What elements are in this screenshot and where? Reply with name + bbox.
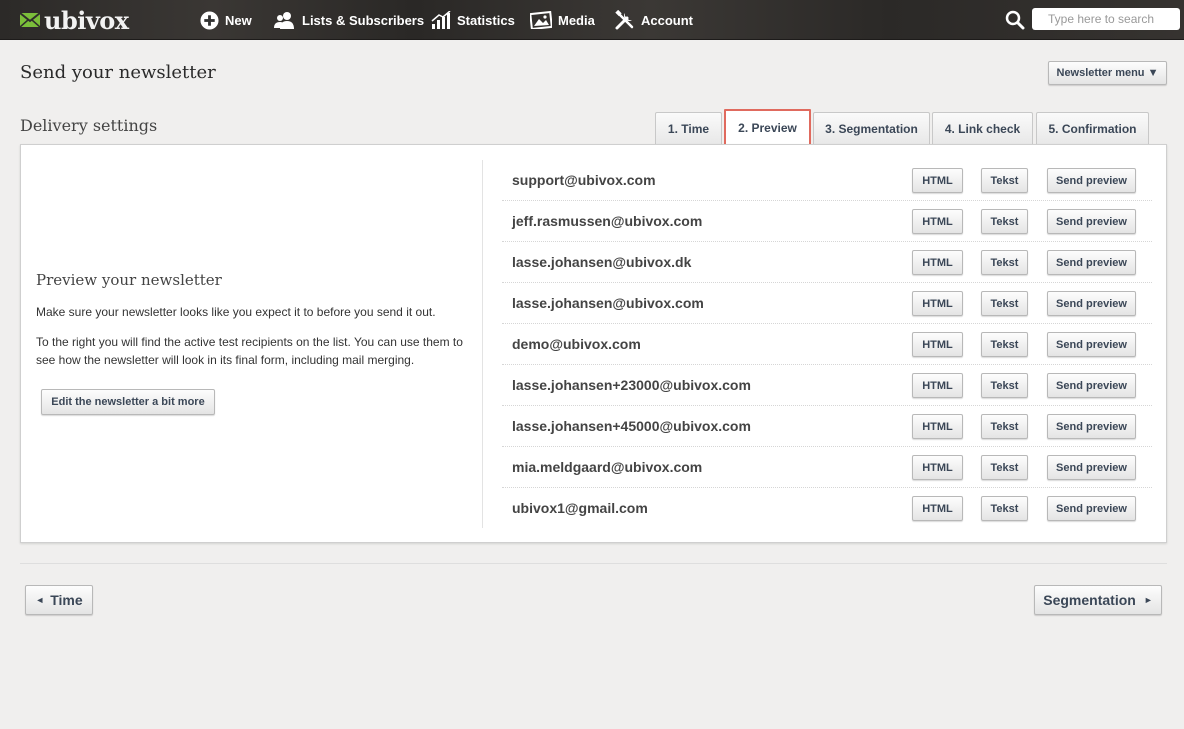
search-icon[interactable] (1004, 9, 1026, 31)
users-icon (274, 12, 294, 29)
section-title: Delivery settings (20, 116, 158, 135)
preview-instructions: To the right you will find the active te… (36, 335, 463, 367)
text-preview-button[interactable]: Tekst (981, 291, 1028, 316)
triangle-left-icon: ◄ (35, 595, 45, 605)
nav-account-label: Account (641, 12, 693, 28)
tab-time[interactable]: 1. Time (655, 112, 722, 144)
next-step-button[interactable]: Segmentation ► (1034, 585, 1162, 615)
preview-heading: Preview your newsletter (36, 271, 222, 289)
nav-lists-subscribers[interactable]: Lists & Subscribers (274, 0, 424, 40)
tab-preview[interactable]: 2. Preview (724, 109, 811, 146)
panel-divider (482, 160, 483, 528)
test-recipients-list: support@ubivox.com HTML Tekst Send preview j… (502, 160, 1152, 529)
plus-circle-icon (200, 10, 219, 30)
recipient-row: lasse.johansen@ubivox.com HTML Tekst Send p… (502, 283, 1152, 324)
recipient-email: lasse.johansen+23000@ubivox.com (512, 377, 751, 393)
preview-description: Make sure your newsletter looks like you… (36, 305, 436, 319)
preview-panel: Preview your newsletter Make sure your n… (20, 144, 1167, 543)
next-step-label: Segmentation (1043, 592, 1136, 608)
send-preview-button[interactable]: Send preview (1047, 496, 1136, 521)
triangle-right-icon: ► (1143, 595, 1153, 605)
recipient-email: demo@ubivox.com (512, 336, 641, 352)
recipient-row: mia.meldgaard@ubivox.com HTML Tekst Send pr… (502, 447, 1152, 488)
send-preview-button[interactable]: Send preview (1047, 455, 1136, 480)
html-preview-button[interactable]: HTML (912, 168, 963, 193)
recipient-email: mia.meldgaard@ubivox.com (512, 459, 703, 475)
text-preview-button[interactable]: Tekst (981, 332, 1028, 357)
html-preview-button[interactable]: HTML (912, 414, 963, 439)
text-preview-button[interactable]: Tekst (981, 168, 1028, 193)
tab-link-check[interactable]: 4. Link check (932, 112, 1033, 144)
recipient-row: lasse.johansen+45000@ubivox.com HTML Tekst… (502, 406, 1152, 447)
footer-divider (20, 563, 1167, 564)
nav-statistics[interactable]: Statistics (431, 0, 515, 40)
recipient-row: support@ubivox.com HTML Tekst Send preview (502, 160, 1152, 201)
edit-newsletter-button[interactable]: Edit the newsletter a bit more (41, 389, 215, 415)
newsletter-menu-button[interactable]: Newsletter menu ▼ (1048, 61, 1167, 85)
send-preview-button[interactable]: Send preview (1047, 291, 1136, 316)
nav-statistics-label: Statistics (457, 12, 515, 28)
recipient-row: lasse.johansen+23000@ubivox.com HTML Tekst… (502, 365, 1152, 406)
recipient-email: lasse.johansen@ubivox.dk (512, 254, 692, 270)
send-preview-button[interactable]: Send preview (1047, 414, 1136, 439)
html-preview-button[interactable]: HTML (912, 250, 963, 275)
recipient-email: support@ubivox.com (512, 172, 656, 188)
recipient-email: jeff.rasmussen@ubivox.com (512, 213, 703, 229)
html-preview-button[interactable]: HTML (912, 332, 963, 357)
send-preview-button[interactable]: Send preview (1047, 373, 1136, 398)
nav-new-label: New (225, 12, 252, 28)
text-preview-button[interactable]: Tekst (981, 455, 1028, 480)
tab-segmentation[interactable]: 3. Segmentation (813, 112, 930, 144)
send-preview-button[interactable]: Send preview (1047, 250, 1136, 275)
recipient-email: ubivox1@gmail.com (512, 500, 648, 516)
search-input[interactable] (1032, 8, 1180, 30)
recipient-row: lasse.johansen@ubivox.dk HTML Tekst Send pr… (502, 242, 1152, 283)
text-preview-button[interactable]: Tekst (981, 414, 1028, 439)
nav-account[interactable]: Account (614, 0, 693, 40)
logo-text: ubivox (44, 5, 129, 35)
logo[interactable]: ubivox (19, 5, 129, 35)
envelope-logo-icon (19, 12, 41, 28)
html-preview-button[interactable]: HTML (912, 373, 963, 398)
text-preview-button[interactable]: Tekst (981, 496, 1028, 521)
page-title: Send your newsletter (20, 62, 216, 83)
nav-lists-label: Lists & Subscribers (302, 12, 425, 28)
recipient-row: demo@ubivox.com HTML Tekst Send preview (502, 324, 1152, 365)
nav-new[interactable]: New (200, 0, 252, 40)
tab-confirmation[interactable]: 5. Confirmation (1036, 112, 1149, 144)
send-preview-button[interactable]: Send preview (1047, 209, 1136, 234)
tools-icon (615, 9, 634, 29)
html-preview-button[interactable]: HTML (912, 209, 963, 234)
send-preview-button[interactable]: Send preview (1047, 332, 1136, 357)
recipient-email: lasse.johansen+45000@ubivox.com (512, 418, 751, 434)
html-preview-button[interactable]: HTML (912, 496, 963, 521)
html-preview-button[interactable]: HTML (912, 291, 963, 316)
send-preview-button[interactable]: Send preview (1047, 168, 1136, 193)
text-preview-button[interactable]: Tekst (981, 209, 1028, 234)
recipient-email: lasse.johansen@ubivox.com (512, 295, 704, 311)
bar-chart-icon (431, 11, 451, 29)
recipient-row: ubivox1@gmail.com HTML Tekst Send preview (502, 488, 1152, 529)
html-preview-button[interactable]: HTML (912, 455, 963, 480)
top-navigation-bar: ubivox New Lists & Subscribers Statistic… (0, 0, 1184, 40)
image-icon (530, 11, 552, 29)
nav-media-label: Media (558, 12, 595, 28)
text-preview-button[interactable]: Tekst (981, 250, 1028, 275)
recipient-row: jeff.rasmussen@ubivox.com HTML Tekst Send p… (502, 201, 1152, 242)
text-preview-button[interactable]: Tekst (981, 373, 1028, 398)
previous-step-label: Time (50, 592, 83, 608)
previous-step-button[interactable]: ◄ Time (25, 585, 93, 615)
nav-media[interactable]: Media (530, 0, 595, 40)
